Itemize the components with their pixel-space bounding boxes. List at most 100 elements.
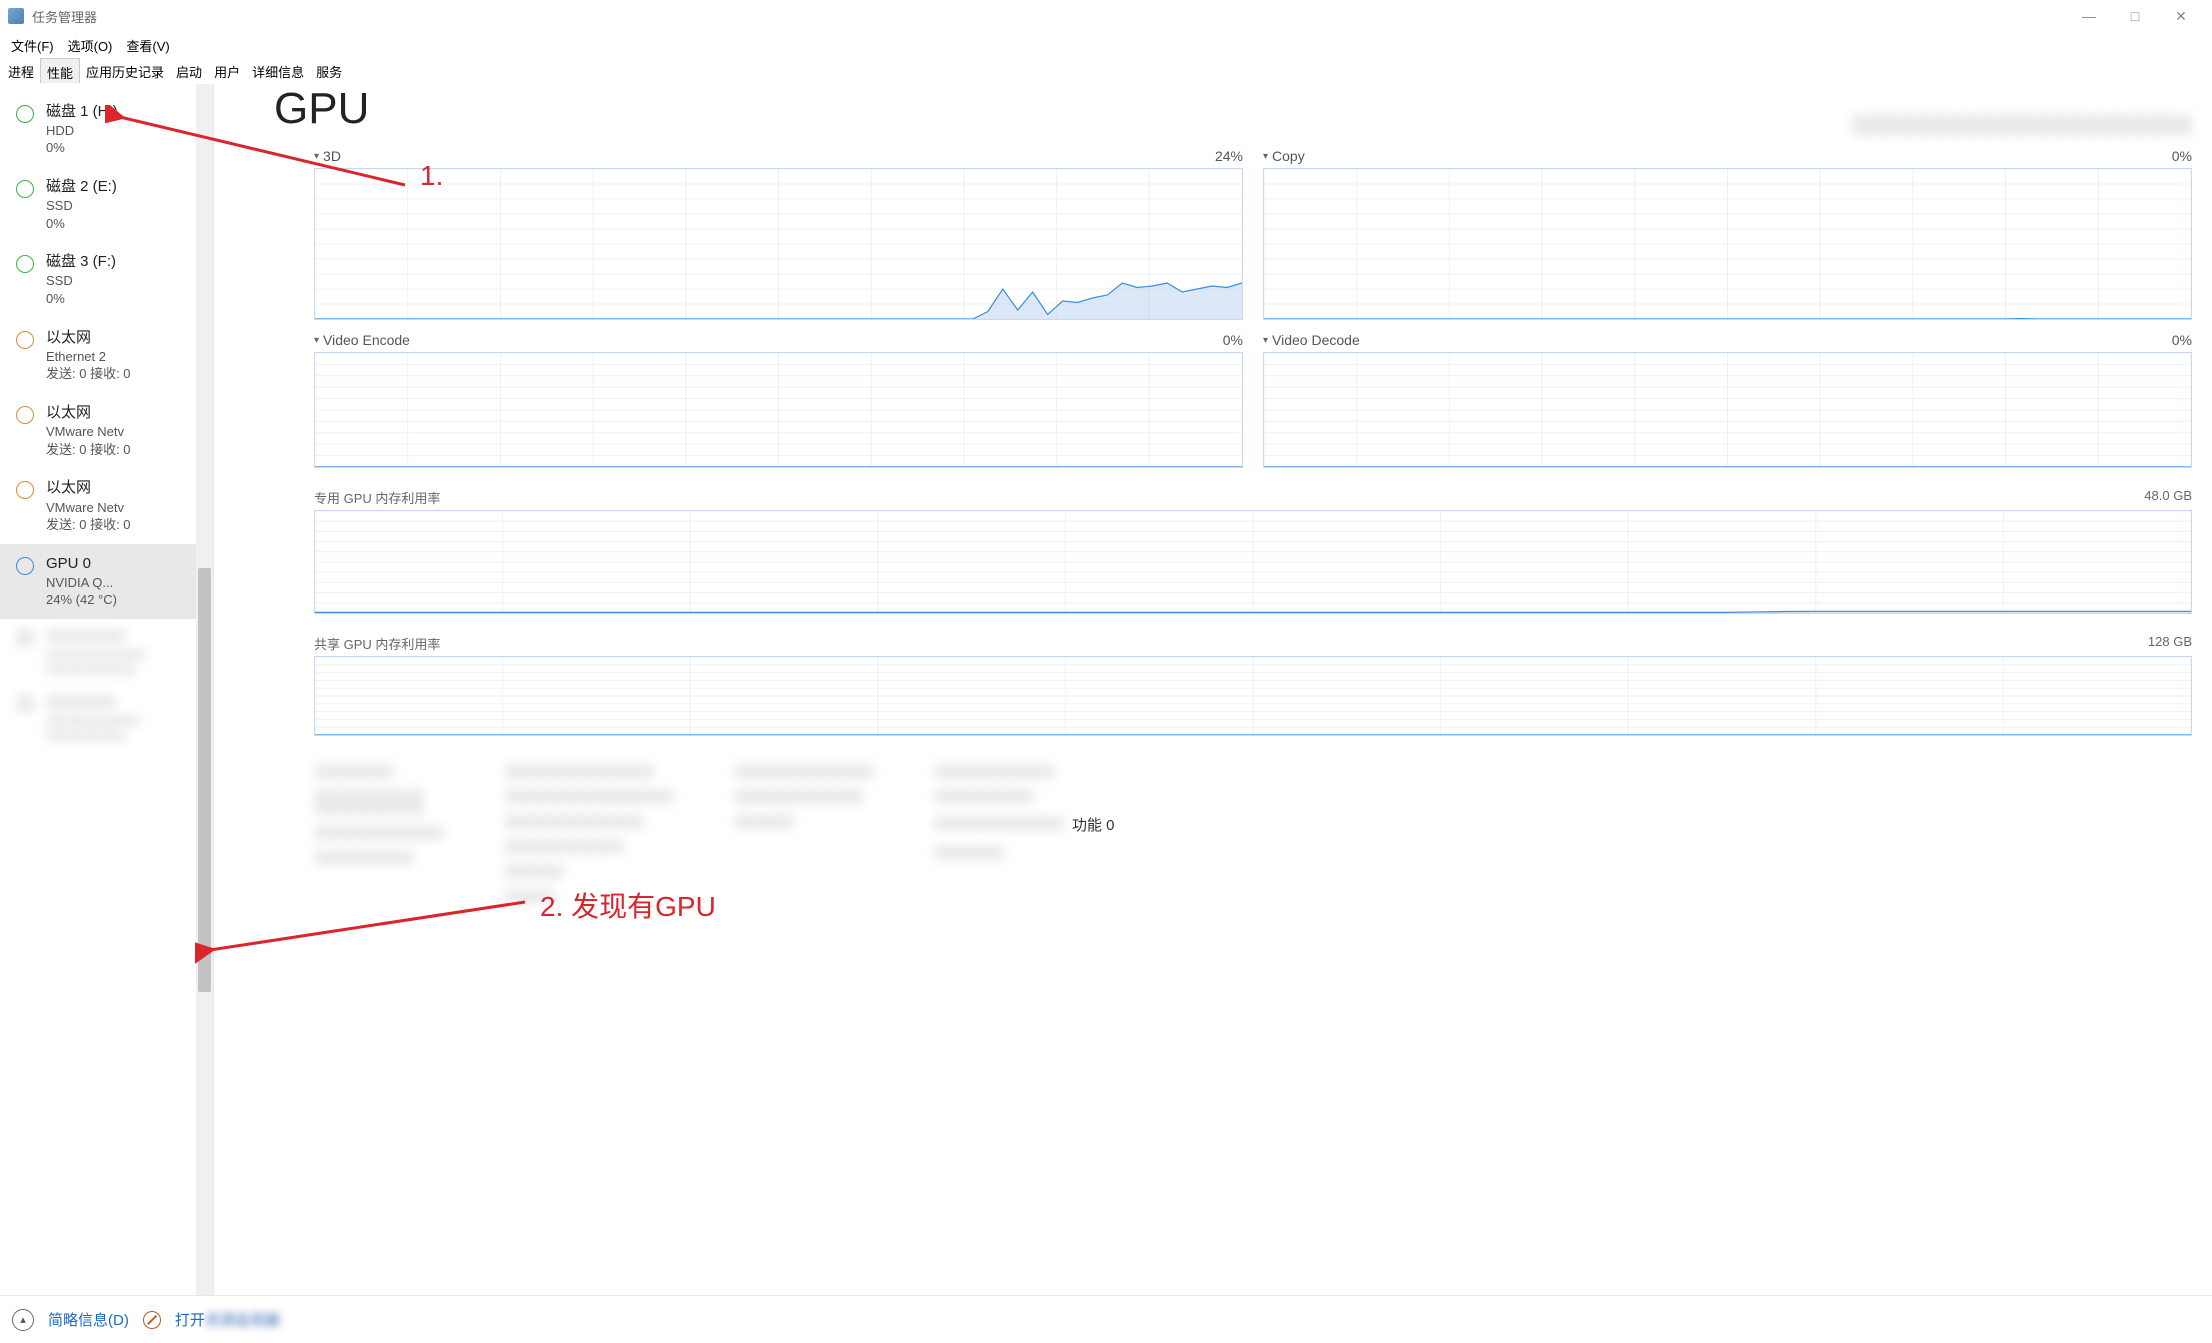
chevron-down-icon[interactable]: ▾ (314, 151, 319, 162)
shared-mem-row: 共享 GPU 内存利用率 128 GB (314, 634, 2192, 736)
eth2-stats: 发送: 0 接收: 0 (46, 441, 131, 459)
menu-file[interactable]: 文件(F) (4, 33, 61, 58)
eth2-sub: VMware Netv (46, 423, 131, 441)
gpu0-sub: NVIDIA Q... (46, 574, 117, 592)
gpu-model-name (1852, 114, 2192, 136)
gpu-details-area: 功能 0 (314, 764, 2192, 904)
sidebar-item-eth2[interactable]: 以太网 VMware Netv 发送: 0 接收: 0 (0, 393, 213, 468)
footer: ▴ 简略信息(D) 打开资源监视器 (0, 1295, 2212, 1343)
disk1-title: 磁盘 1 (H:) (46, 102, 118, 122)
network-icon (16, 331, 34, 349)
sidebar-item-disk1[interactable]: 磁盘 1 (H:) HDD 0% (0, 92, 213, 167)
details-col-3 (734, 764, 874, 829)
tab-app-history[interactable]: 应用历史记录 (80, 58, 170, 83)
sidebar-inner: 0% 磁盘 1 (H:) HDD 0% 磁盘 2 (E:) SSD 0% (0, 84, 213, 751)
workspace: 0% 磁盘 1 (H:) HDD 0% 磁盘 2 (E:) SSD 0% (0, 84, 2212, 1295)
minimize-button[interactable]: — (2066, 0, 2112, 32)
chart-box-dedicated[interactable] (314, 510, 2192, 614)
dedicated-mem-max: 48.0 GB (2144, 488, 2192, 507)
forbid-icon (143, 1311, 161, 1329)
scrollbar-thumb[interactable] (198, 568, 211, 992)
window-title: 任务管理器 (32, 7, 97, 26)
chart-venc: ▾ Video Encode 0% (314, 332, 1243, 468)
eth1-title: 以太网 (46, 328, 131, 348)
shared-mem-max: 128 GB (2148, 634, 2192, 653)
chart-3d: ▾3D 24% (314, 148, 1243, 320)
chart-box-3d[interactable] (314, 168, 1243, 320)
disk-icon (16, 255, 34, 273)
menu-options[interactable]: 选项(O) (61, 33, 120, 58)
dedicated-mem-row: 专用 GPU 内存利用率 48.0 GB (314, 488, 2192, 614)
disk2-title: 磁盘 2 (E:) (46, 177, 117, 197)
dedicated-mem-label: 专用 GPU 内存利用率 (314, 488, 440, 507)
collapse-icon[interactable]: ▴ (12, 1309, 34, 1331)
sidebar-item-hidden-2 (0, 685, 213, 751)
disk1-type: HDD (46, 122, 118, 140)
chart-vdec: ▾Video Decode 0% (1263, 332, 2192, 468)
chevron-down-icon[interactable]: ▾ (1263, 335, 1268, 346)
chart-copy: ▾ Copy 0% (1263, 148, 2192, 320)
tab-performance[interactable]: 性能 (40, 58, 80, 83)
eth2-title: 以太网 (46, 403, 131, 423)
network-icon (16, 481, 34, 499)
maximize-button[interactable]: □ (2112, 0, 2158, 32)
gpu-title: GPU (274, 84, 369, 134)
app-icon (8, 8, 24, 24)
brief-info-link[interactable]: 简略信息(D) (48, 1309, 129, 1330)
sidebar-item-cpu-tail[interactable]: 0% (0, 84, 213, 92)
eth1-sub: Ethernet 2 (46, 348, 131, 366)
sidebar-item-eth3[interactable]: 以太网 VMware Netv 发送: 0 接收: 0 (0, 468, 213, 543)
tab-processes[interactable]: 进程 (2, 58, 40, 83)
value-venc: 0% (1223, 332, 1243, 348)
value-vdec: 0% (2172, 332, 2192, 348)
eth3-stats: 发送: 0 接收: 0 (46, 516, 131, 534)
menu-view[interactable]: 查看(V) (119, 33, 176, 58)
tab-users[interactable]: 用户 (208, 58, 246, 83)
titlebar: 任务管理器 — □ ✕ (0, 0, 2212, 32)
disk3-title: 磁盘 3 (F:) (46, 252, 116, 272)
chart-row-top: ▾3D 24% ▾Copy 0% (314, 148, 2192, 320)
gpu-header: GPU (274, 84, 2192, 136)
label-venc: Video Encode (323, 332, 410, 348)
eth3-sub: VMware Netv (46, 499, 131, 517)
performance-sidebar: 0% 磁盘 1 (H:) HDD 0% 磁盘 2 (E:) SSD 0% (0, 84, 214, 1295)
tab-startup[interactable]: 启动 (170, 58, 208, 83)
eth3-title: 以太网 (46, 478, 131, 498)
chart-box-shared[interactable] (314, 656, 2192, 736)
disk2-percent: 0% (46, 215, 117, 233)
shared-mem-label: 共享 GPU 内存利用率 (314, 634, 440, 653)
sidebar-item-eth1[interactable]: 以太网 Ethernet 2 发送: 0 接收: 0 (0, 318, 213, 393)
value-copy: 0% (2172, 148, 2192, 164)
gpu0-stats: 24% (42 °C) (46, 591, 117, 609)
gpu-icon (16, 557, 34, 575)
details-col-1 (314, 764, 444, 865)
label-3d: 3D (323, 148, 341, 164)
sidebar-scrollbar[interactable] (196, 84, 213, 1295)
chart-box-vdec[interactable] (1263, 352, 2192, 468)
tab-details[interactable]: 详细信息 (246, 58, 310, 83)
chevron-down-icon[interactable]: ▾ (314, 335, 319, 346)
disk1-percent: 0% (46, 139, 118, 157)
res-mon-blurred: 资源监视器 (205, 1312, 280, 1329)
chart-box-venc[interactable] (314, 352, 1243, 468)
main-panel: GPU ▾3D 24% ▾Copy 0% (214, 84, 2212, 1295)
sidebar-item-disk3[interactable]: 磁盘 3 (F:) SSD 0% (0, 242, 213, 317)
chart-row-video: ▾ Video Encode 0% ▾Video Decode 0% (314, 332, 2192, 468)
disk3-percent: 0% (46, 290, 116, 308)
disk-icon (16, 105, 34, 123)
menubar: 文件(F) 选项(O) 查看(V) (0, 32, 2212, 58)
close-button[interactable]: ✕ (2158, 0, 2204, 32)
open-resource-monitor-link[interactable]: 打开资源监视器 (175, 1309, 280, 1330)
chevron-down-icon[interactable]: ▾ (1263, 151, 1268, 162)
sidebar-item-hidden-1 (0, 619, 213, 685)
chart-box-copy[interactable] (1263, 168, 2192, 320)
sidebar-item-disk2[interactable]: 磁盘 2 (E:) SSD 0% (0, 167, 213, 242)
details-col-2 (504, 764, 674, 904)
tab-services[interactable]: 服务 (310, 58, 348, 83)
sidebar-item-gpu0[interactable]: GPU 0 NVIDIA Q... 24% (42 °C) (0, 544, 213, 619)
window-controls: — □ ✕ (2066, 0, 2204, 32)
label-copy: Copy (1272, 148, 1305, 164)
details-col-4: 功能 0 (934, 764, 1115, 860)
gpu0-title: GPU 0 (46, 554, 117, 574)
gpu-function-label: 功能 0 (1072, 814, 1115, 835)
